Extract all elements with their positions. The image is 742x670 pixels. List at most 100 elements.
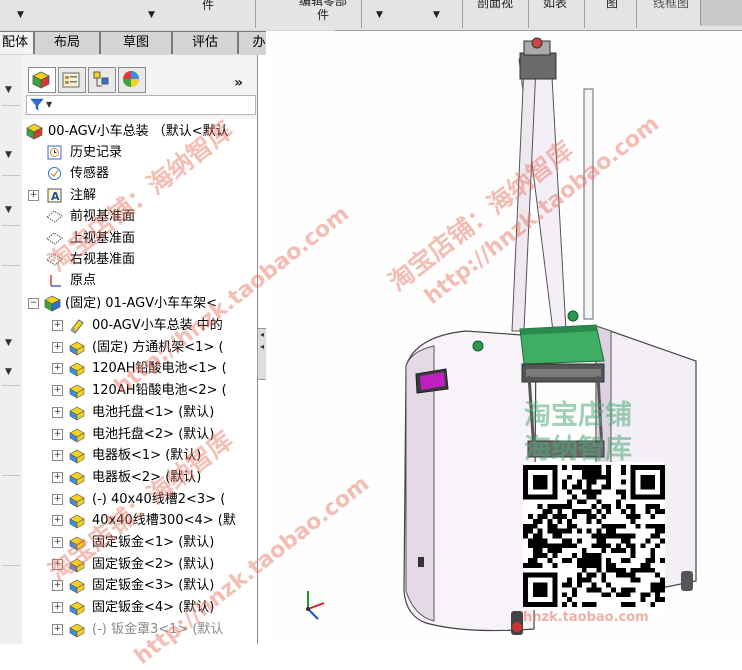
expand-icon[interactable]: +	[28, 189, 39, 201]
expand-icon[interactable]: +	[52, 406, 63, 418]
history-icon	[47, 145, 62, 160]
tree-child-item[interactable]: + 固定钣金<2> (默认)	[22, 554, 237, 575]
expand-panel-icon[interactable]: »	[234, 75, 243, 91]
tab-sketch[interactable]: 草图	[100, 31, 172, 54]
expand-icon[interactable]: +	[52, 471, 63, 483]
part-icon	[69, 514, 85, 529]
expand-icon[interactable]: +	[52, 580, 63, 592]
expand-icon[interactable]: +	[52, 602, 63, 614]
drawing-button[interactable]: 图	[600, 0, 624, 22]
edit-component-button[interactable]: 编辑零部件	[297, 0, 349, 22]
chevron-down-icon[interactable]: ▼	[5, 338, 12, 348]
tree-child-item[interactable]: + 固定钣金<3> (默认)	[22, 575, 237, 596]
expand-icon[interactable]: +	[52, 320, 63, 331]
toolbar-item-label: 图	[605, 0, 618, 10]
collapse-icon[interactable]: −	[28, 298, 39, 309]
tree-item[interactable]: 右视基准面	[22, 249, 237, 270]
part-icon	[69, 536, 85, 551]
subassembly-icon	[44, 295, 61, 312]
plane-icon	[46, 231, 63, 245]
filter-bar[interactable]: ▼	[26, 95, 256, 115]
tab-label: 布局	[53, 35, 80, 50]
tree-child-item[interactable]: + 电池托盘<1> (默认)	[22, 402, 237, 423]
tree-item-label: 上视基准面	[70, 230, 136, 246]
expand-icon[interactable]: +	[52, 341, 63, 353]
tree-child-item[interactable]: + 固定钣金<4> (默认)	[22, 597, 237, 618]
expand-icon[interactable]: +	[52, 428, 63, 440]
chevron-down-icon[interactable]: ▼	[5, 85, 12, 95]
expand-icon[interactable]: +	[52, 515, 63, 527]
property-manager-tab[interactable]	[58, 67, 86, 93]
tree-item-label: 前视基准面	[70, 209, 136, 225]
tree-item[interactable]: 前视基准面	[22, 206, 237, 227]
toolbar-item-part[interactable]: 件	[196, 0, 220, 24]
mast-rear	[511, 65, 537, 332]
section-view-button[interactable]: 剖面视	[470, 0, 520, 22]
wireframe-button[interactable]: 线框图	[645, 0, 697, 22]
display-manager-tab[interactable]	[118, 67, 146, 93]
table-button[interactable]: 如表	[535, 0, 575, 22]
chevron-down-icon[interactable]: ▼	[5, 367, 12, 377]
chevron-down-icon[interactable]: ▼	[17, 10, 24, 20]
part-icon	[69, 341, 85, 356]
panel-tab-bar: »	[22, 63, 257, 93]
tree-child-item[interactable]: + (-) 40x40线槽2<3> (	[22, 489, 237, 510]
divider	[2, 105, 20, 106]
tree-item[interactable]: 传感器	[22, 163, 237, 184]
chevron-down-icon[interactable]: ▼	[5, 205, 12, 215]
expand-icon[interactable]: +	[52, 450, 63, 462]
tree-child-item[interactable]: + 电器板<1> (默认)	[22, 445, 237, 466]
expand-icon[interactable]: +	[52, 537, 63, 548]
chevron-down-icon[interactable]: ▼	[5, 150, 12, 160]
toolbar-separator	[636, 0, 637, 28]
expand-icon[interactable]: +	[52, 385, 63, 397]
tree-child-item[interactable]: + 电池托盘<2> (默认)	[22, 424, 237, 445]
feature-manager-tab[interactable]	[28, 67, 56, 93]
tree-item[interactable]: 上视基准面	[22, 228, 237, 249]
tree-child-item[interactable]: +00-AGV小车总装 中的	[22, 315, 237, 336]
expand-icon[interactable]: +	[52, 623, 63, 635]
origin-icon	[50, 275, 61, 288]
mast-indicator	[531, 37, 543, 49]
tab-evaluate[interactable]: 评估	[172, 31, 238, 54]
expand-icon[interactable]: +	[52, 363, 63, 375]
tree-child-item[interactable]: + (固定) 方通机架<1> (	[22, 337, 237, 358]
toolbar-overflow-area	[700, 0, 742, 26]
tree-root-assembly[interactable]: 00-AGV小车总装 （默认<默认	[22, 121, 237, 142]
tree-child-item[interactable]: +40x40线槽300<4> (默	[22, 510, 237, 531]
tree-item-label: 120AH铅酸电池<2> (	[92, 383, 227, 399]
tree-item-label: 传感器	[70, 166, 110, 182]
divider	[2, 475, 20, 476]
tree-item-label: 00-AGV小车总装 中的	[92, 318, 223, 333]
tree-item-label: (-) 40x40线槽2<3> (	[92, 491, 226, 507]
feature-manager-panel: » ▼ 00-AGV小车总装 （默认<默认 历史记录传感器 + A 注解前视基准面上视…	[22, 55, 258, 644]
tab-layout[interactable]: 布局	[34, 31, 100, 54]
tree-child-item[interactable]: + 固定钣金<1> (默认)	[22, 532, 237, 553]
tree-child-item[interactable]: + (-) 钣金罩3<1> (默认	[22, 619, 237, 640]
tree-item[interactable]: + A 注解	[22, 185, 237, 206]
tree-item[interactable]: 历史记录	[22, 142, 237, 163]
tree-item-label: 注解	[70, 187, 97, 203]
configuration-manager-tab[interactable]	[88, 67, 116, 93]
expand-icon[interactable]: +	[52, 558, 63, 570]
filter-icon[interactable]: ▼	[29, 96, 55, 112]
tab-assembly[interactable]: 配体	[0, 31, 34, 54]
part-icon	[69, 558, 85, 573]
tree-child-item[interactable]: +120AH铅酸电池<1> (	[22, 358, 237, 379]
chevron-down-icon[interactable]: ▼	[148, 10, 155, 20]
expand-icon[interactable]: +	[52, 493, 63, 505]
chevron-down-icon[interactable]: ▼	[376, 10, 383, 20]
part-icon	[69, 580, 85, 594]
tree-child-item[interactable]: + 电器板<2> (默认)	[22, 467, 237, 488]
tree-item-label: 固定钣金<3> (默认)	[92, 578, 215, 594]
tree-child-item[interactable]: +120AH铅酸电池<2> (	[22, 380, 237, 401]
graphics-viewport[interactable]: 淘宝店铺 海纳智库	[266, 31, 742, 644]
chevron-down-icon[interactable]: ▼	[433, 10, 440, 20]
tree-item[interactable]: 原点	[22, 270, 237, 291]
toolbar-item-label: 剖面视	[476, 0, 513, 10]
body-switch	[418, 557, 424, 567]
part-icon	[69, 449, 85, 464]
agv-3d-model[interactable]	[266, 31, 742, 644]
tab-label: 草图	[122, 35, 149, 50]
tree-subassembly[interactable]: − (固定) 01-AGV小车车架<	[22, 293, 237, 314]
